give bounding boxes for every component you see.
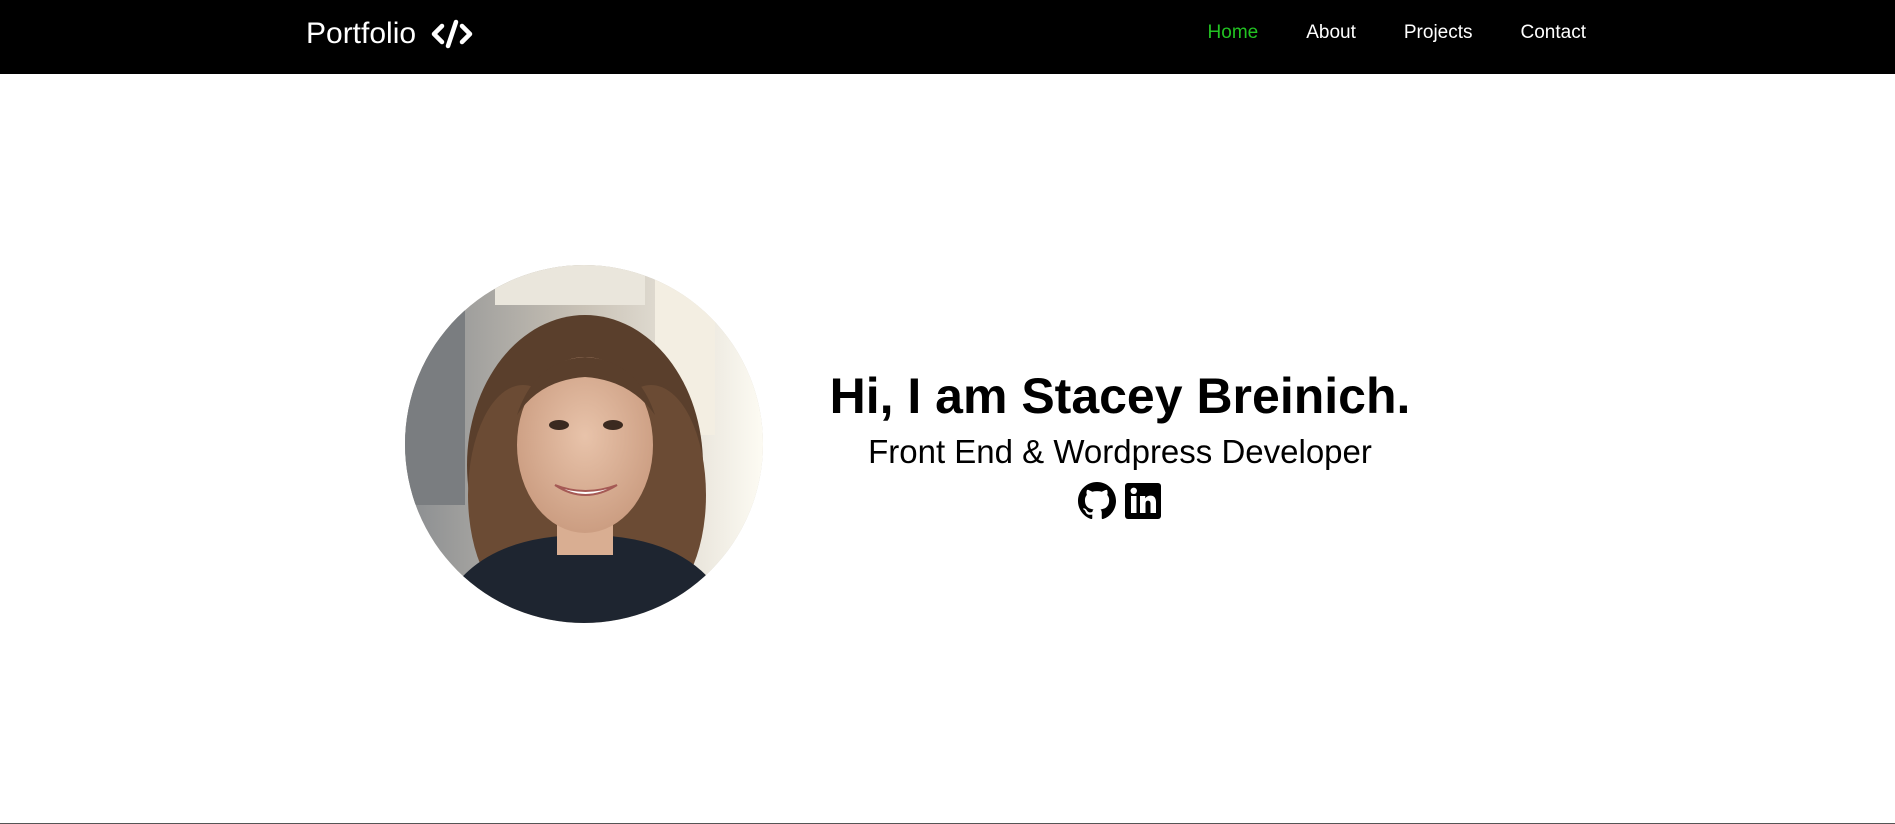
nav-links: Home About Projects Contact bbox=[1208, 0, 1586, 66]
code-icon bbox=[431, 18, 473, 50]
hero-text: Hi, I am Stacey Breinich. Front End & Wo… bbox=[760, 360, 1480, 520]
nav-link-projects[interactable]: Projects bbox=[1404, 22, 1473, 44]
social-links bbox=[760, 482, 1480, 520]
nav-link-home[interactable]: Home bbox=[1208, 22, 1259, 44]
github-icon bbox=[1078, 482, 1116, 524]
brand-name: Portfolio bbox=[306, 17, 417, 50]
navbar: Portfolio Home About Projects Contact bbox=[0, 0, 1895, 74]
github-link[interactable] bbox=[1078, 482, 1116, 520]
profile-photo bbox=[405, 265, 763, 623]
hero-title: Hi, I am Stacey Breinich. bbox=[829, 368, 1411, 424]
linkedin-icon bbox=[1124, 483, 1162, 524]
brand-link[interactable]: Portfolio bbox=[306, 14, 473, 54]
nav-link-about[interactable]: About bbox=[1306, 22, 1356, 44]
nav-link-contact[interactable]: Contact bbox=[1521, 22, 1586, 44]
linkedin-link[interactable] bbox=[1124, 482, 1162, 520]
hero-subtitle: Front End & Wordpress Developer bbox=[868, 433, 1372, 470]
